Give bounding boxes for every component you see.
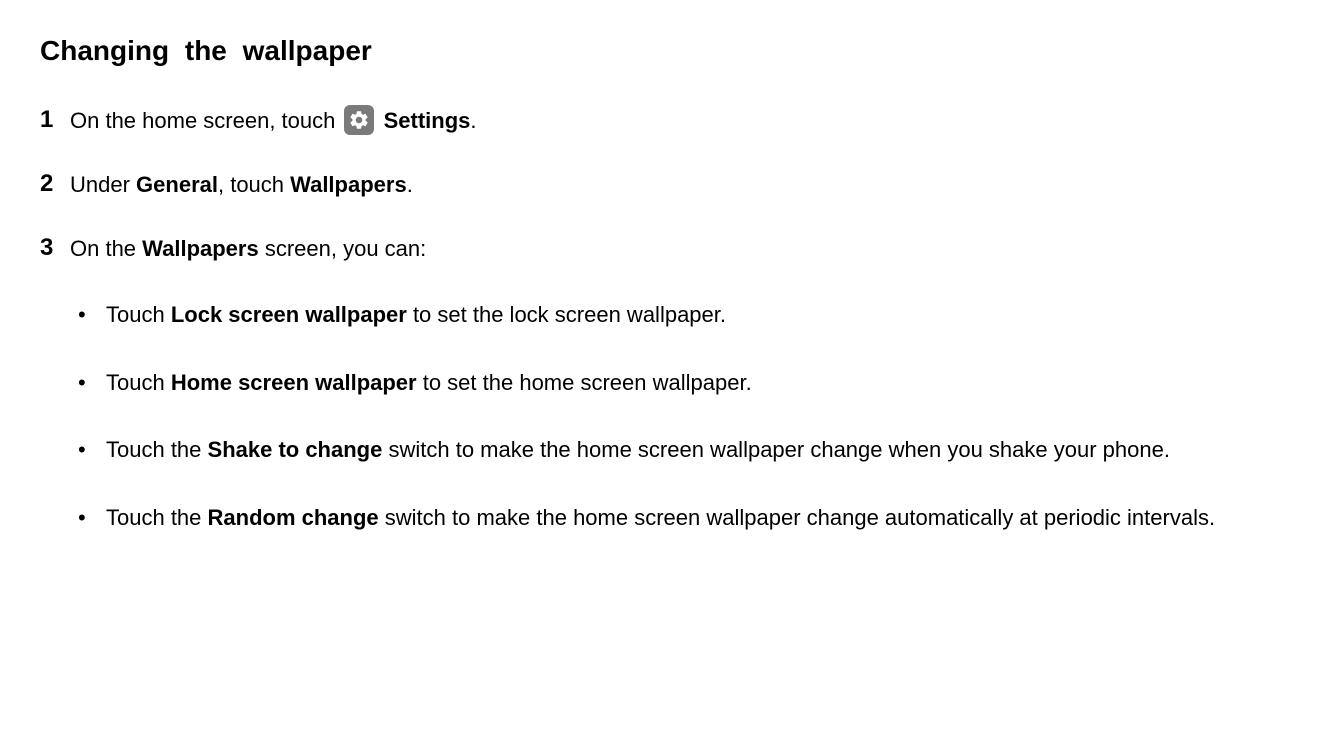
list-item: Touch Lock screen wallpaper to set the l… (70, 295, 1288, 335)
step-1: 1 On the home screen, touch Settings. (40, 102, 1288, 138)
step-number: 2 (40, 166, 70, 202)
step-content: Under General, touch Wallpapers. (70, 166, 1288, 201)
text: . (407, 172, 413, 197)
step-content: On the home screen, touch Settings. (70, 102, 1288, 137)
settings-gear-icon (344, 105, 374, 135)
text: Touch the (106, 437, 208, 462)
step-2: 2 Under General, touch Wallpapers. (40, 166, 1288, 202)
list-item: Touch the Shake to change switch to make… (70, 430, 1288, 470)
step-3: 3 On the Wallpapers screen, you can: Tou… (40, 230, 1288, 565)
text: On the home screen, touch (70, 108, 342, 133)
step-number: 1 (40, 102, 70, 138)
wallpapers-label: Wallpapers (142, 236, 259, 261)
text: , touch (218, 172, 290, 197)
text: to set the lock screen wallpaper. (407, 302, 726, 327)
wallpapers-label: Wallpapers (290, 172, 407, 197)
step-number: 3 (40, 230, 70, 266)
text: Touch (106, 370, 171, 395)
page-title: Changing the wallpaper (40, 30, 1288, 72)
text: screen, you can: (259, 236, 427, 261)
list-item: Touch the Random change switch to make t… (70, 498, 1288, 538)
text: Touch the (106, 505, 208, 530)
text: Touch (106, 302, 171, 327)
list-item: Touch Home screen wallpaper to set the h… (70, 363, 1288, 403)
home-screen-wallpaper-label: Home screen wallpaper (171, 370, 417, 395)
bullet-list: Touch Lock screen wallpaper to set the l… (70, 295, 1288, 537)
text: to set the home screen wallpaper. (417, 370, 752, 395)
text: On the (70, 236, 142, 261)
random-change-label: Random change (208, 505, 379, 530)
text: Under (70, 172, 136, 197)
text: switch to make the home screen wallpaper… (379, 505, 1215, 530)
general-label: General (136, 172, 218, 197)
shake-to-change-label: Shake to change (208, 437, 383, 462)
text: switch to make the home screen wallpaper… (382, 437, 1170, 462)
step-content: On the Wallpapers screen, you can: Touch… (70, 230, 1288, 565)
lock-screen-wallpaper-label: Lock screen wallpaper (171, 302, 407, 327)
settings-label: Settings (384, 108, 471, 133)
text: . (470, 108, 476, 133)
